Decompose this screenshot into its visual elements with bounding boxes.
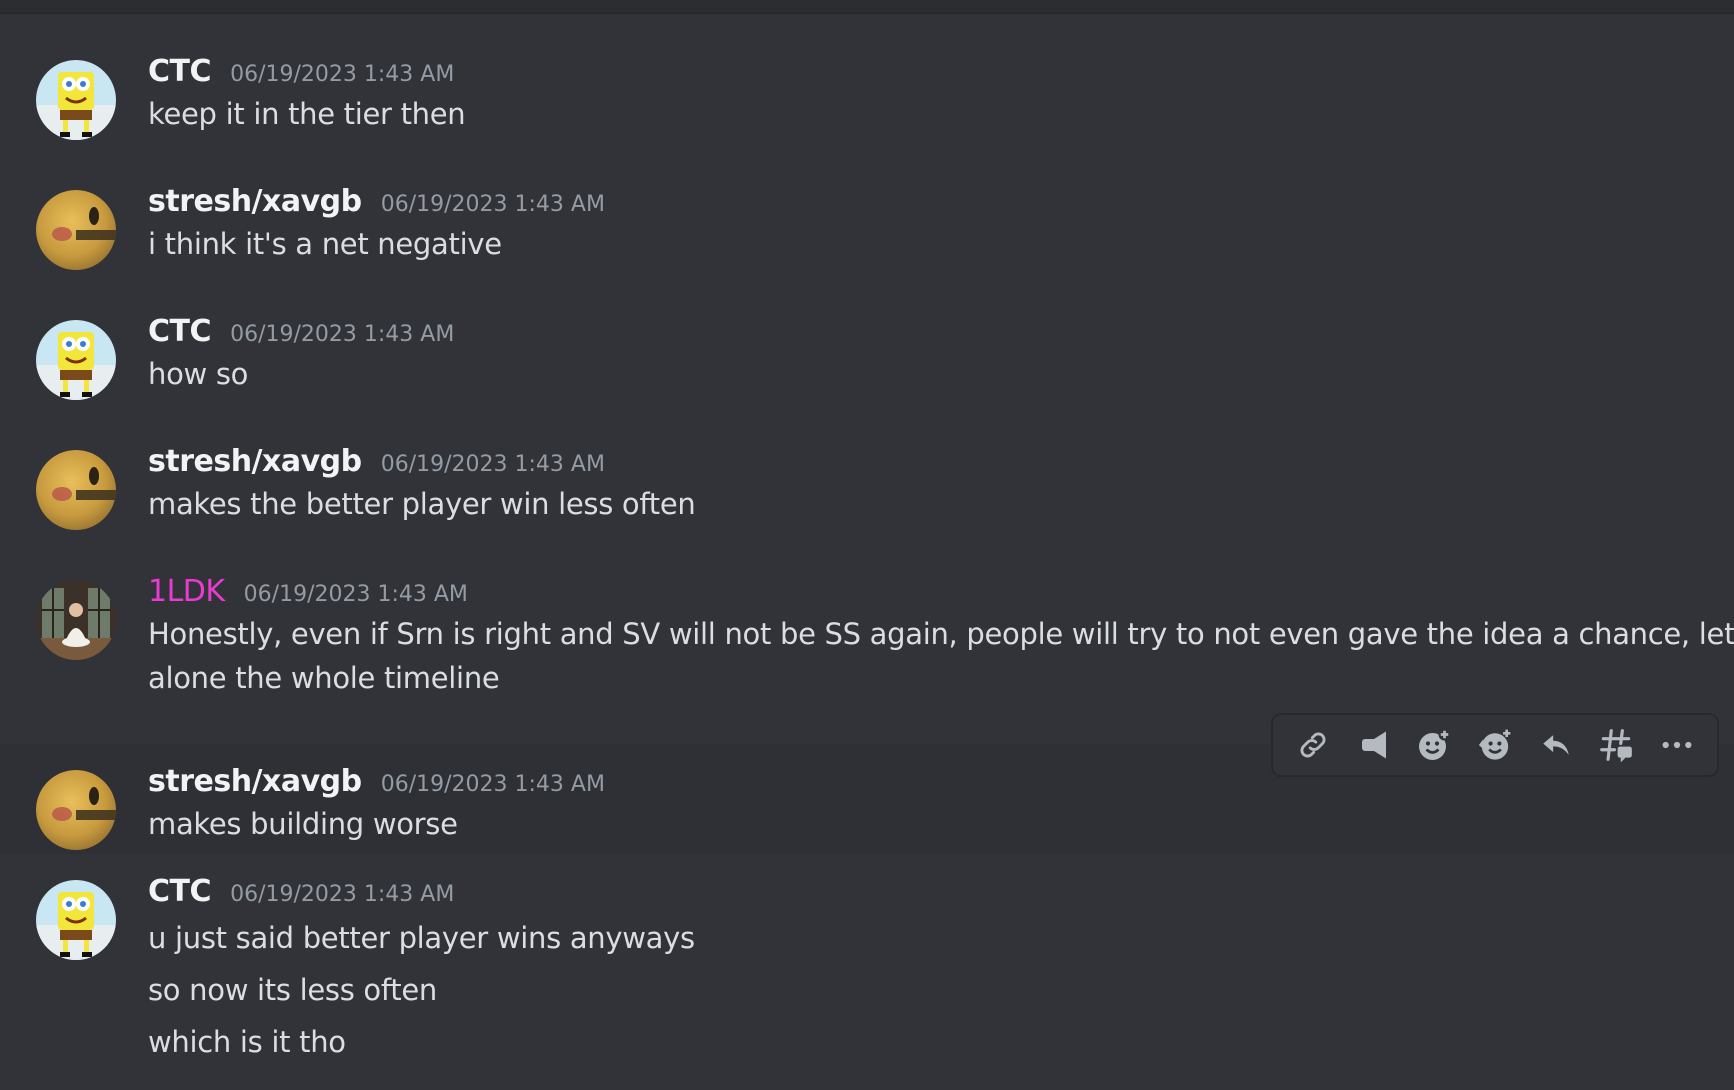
link-icon[interactable]: [1289, 721, 1337, 769]
message-list: CTC 06/19/2023 1:43 AM keep it in the ti…: [0, 14, 1734, 1090]
super-reaction-icon[interactable]: [1471, 721, 1519, 769]
avatar[interactable]: [36, 450, 116, 530]
username[interactable]: stresh/xavgb: [148, 184, 362, 219]
more-icon[interactable]: [1653, 721, 1701, 769]
message-line: i think it's a net negative: [148, 227, 502, 261]
message: CTC 06/19/2023 1:43 AM how so: [0, 314, 1734, 424]
add-reaction-icon[interactable]: [1410, 721, 1458, 769]
create-thread-icon[interactable]: [1592, 721, 1640, 769]
timestamp[interactable]: 06/19/2023 1:43 AM: [381, 772, 605, 797]
timestamp[interactable]: 06/19/2023 1:43 AM: [381, 192, 605, 217]
reply-icon[interactable]: [1532, 721, 1580, 769]
message-content: u just said better player wins anyways s…: [148, 912, 695, 1068]
message-line: Honestly, even if Srn is right and SV wi…: [148, 617, 1734, 651]
username[interactable]: 1LDK: [148, 574, 225, 609]
message: 1LDK 06/19/2023 1:43 AM Honestly, even i…: [0, 574, 1734, 724]
message-line: makes building worse: [148, 807, 458, 841]
username[interactable]: CTC: [148, 874, 212, 909]
message-content: i think it's a net negative: [148, 222, 502, 266]
message-line: how so: [148, 357, 249, 391]
avatar[interactable]: [36, 770, 116, 850]
timestamp[interactable]: 06/19/2023 1:43 AM: [244, 582, 468, 607]
message-content: makes building worse: [148, 802, 458, 846]
message-line: keep it in the tier then: [148, 97, 466, 131]
message-line: alone the whole timeline: [148, 661, 500, 695]
avatar[interactable]: [36, 190, 116, 270]
message: CTC 06/19/2023 1:43 AM keep it in the ti…: [0, 54, 1734, 164]
timestamp[interactable]: 06/19/2023 1:43 AM: [381, 452, 605, 477]
timestamp[interactable]: 06/19/2023 1:43 AM: [230, 62, 454, 87]
timestamp[interactable]: 06/19/2023 1:43 AM: [230, 882, 454, 907]
message-content: keep it in the tier then: [148, 92, 466, 136]
megaphone-icon[interactable]: [1350, 721, 1398, 769]
message-line: u just said better player wins anyways: [148, 921, 695, 955]
message-content: how so: [148, 352, 248, 396]
message-content: Honestly, even if Srn is right and SV wi…: [148, 612, 1734, 700]
timestamp[interactable]: 06/19/2023 1:43 AM: [230, 322, 454, 347]
message: stresh/xavgb 06/19/2023 1:43 AM i think …: [0, 184, 1734, 294]
avatar[interactable]: [36, 60, 116, 140]
message: CTC 06/19/2023 1:43 AM u just said bette…: [0, 874, 1734, 1090]
avatar[interactable]: [36, 320, 116, 400]
message-content: makes the better player win less often: [148, 482, 696, 526]
message-line: so now its less often: [148, 973, 437, 1007]
username[interactable]: stresh/xavgb: [148, 764, 362, 799]
message: stresh/xavgb 06/19/2023 1:43 AM makes th…: [0, 444, 1734, 554]
username[interactable]: stresh/xavgb: [148, 444, 362, 479]
avatar[interactable]: [36, 880, 116, 960]
message-line: which is it tho: [148, 1025, 346, 1059]
message-line: makes the better player win less often: [148, 487, 696, 521]
username[interactable]: CTC: [148, 54, 212, 89]
username[interactable]: CTC: [148, 314, 212, 349]
message-actions-toolbar: [1271, 713, 1719, 777]
top-bar-edge: [0, 0, 1734, 14]
avatar[interactable]: [36, 580, 116, 660]
